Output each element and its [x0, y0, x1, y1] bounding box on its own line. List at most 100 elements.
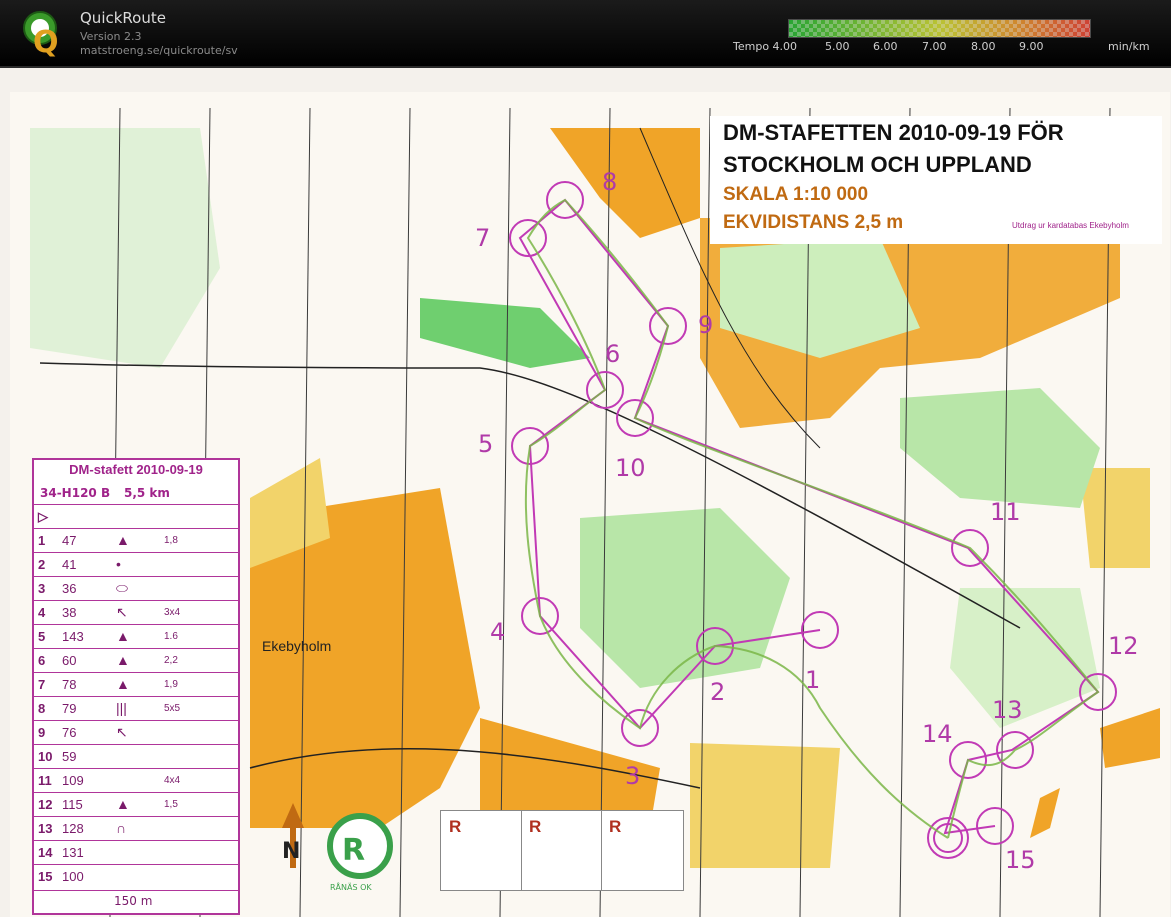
cd-row: 14 131 — [34, 840, 238, 865]
tempo-unit: min/km — [1108, 40, 1150, 53]
control-number: 1 — [805, 666, 820, 694]
cd-control-size: 2,2 — [164, 655, 178, 666]
cd-control-code: 59 — [62, 749, 77, 764]
map-source: Utdrag ur kardatabas Ekebyholm — [1012, 221, 1129, 230]
cd-control-number: 10 — [38, 749, 53, 764]
cd-control-number: 2 — [38, 557, 46, 572]
cd-feature-icon: • — [116, 556, 121, 572]
cd-row: 4 38 ↖ 3x4 — [34, 600, 238, 625]
tempo-tick: 8.00 — [971, 40, 996, 53]
app-name: QuickRoute — [80, 9, 166, 27]
svg-text:R: R — [342, 833, 365, 868]
cd-control-size: 1,9 — [164, 679, 178, 690]
cd-feature-icon: ▲ — [116, 676, 130, 692]
club-name: RÅNÄS OK — [330, 881, 372, 892]
control-number: 15 — [1005, 846, 1036, 874]
cd-row: 12 115 ▲ 1,5 — [34, 792, 238, 817]
cd-row: 15 100 — [34, 864, 238, 889]
cd-row: 10 59 — [34, 744, 238, 769]
cd-control-number: 11 — [38, 773, 52, 788]
cd-row: 9 76 ↖ — [34, 720, 238, 745]
control-number: 3 — [625, 762, 640, 790]
control-number: 14 — [922, 720, 953, 748]
cd-row: 11 109 4x4 — [34, 768, 238, 793]
cd-control-code: 76 — [62, 725, 77, 740]
cd-control-code: 78 — [62, 677, 77, 692]
map-scale: SKALA 1:10 000 — [723, 184, 869, 205]
cd-finish-distance: 150 m — [114, 894, 153, 908]
cd-control-code: 109 — [62, 773, 84, 788]
cd-feature-icon: ▲ — [116, 796, 130, 812]
cd-control-code: 60 — [62, 653, 77, 668]
cd-control-code: 131 — [62, 845, 84, 860]
cd-feature-icon: ⬭ — [116, 580, 128, 596]
cd-control-number: 7 — [38, 677, 46, 692]
cd-title: DM-stafett 2010-09-19 — [69, 462, 203, 477]
app-version: Version 2.3 — [80, 30, 142, 43]
map-contour-interval: EKVIDISTANS 2,5 m — [723, 212, 904, 233]
cd-control-size: 4x4 — [164, 775, 181, 786]
relay-letter: R — [529, 817, 542, 836]
cd-control-number: 13 — [38, 821, 53, 836]
tempo-tick: 5.00 — [825, 40, 850, 53]
svg-text:N: N — [282, 839, 300, 864]
cd-feature-icon: ↖ — [116, 724, 128, 740]
cd-control-code: 36 — [62, 581, 77, 596]
svg-text:Q: Q — [33, 25, 59, 58]
tempo-label: Tempo 4.00 — [733, 40, 798, 53]
cd-control-number: 8 — [38, 701, 46, 716]
cd-row: 7 78 ▲ 1,9 — [34, 672, 238, 697]
tempo-tick: 7.00 — [922, 40, 947, 53]
cd-course: 34-H120 B — [40, 486, 111, 500]
place-name: Ekebyholm — [262, 638, 332, 654]
control-number: 11 — [990, 498, 1021, 526]
tempo-tick: 9.00 — [1019, 40, 1044, 53]
cd-control-number: 14 — [38, 845, 53, 860]
cd-start-row: ▷ — [34, 504, 238, 529]
cd-control-code: 41 — [62, 557, 77, 572]
cd-row: 1 47 ▲ 1,8 — [34, 528, 238, 553]
cd-control-code: 100 — [62, 869, 84, 884]
cd-control-number: 1 — [38, 533, 46, 548]
cd-control-number: 4 — [38, 605, 46, 620]
cd-control-number: 5 — [38, 629, 46, 644]
cd-control-code: 38 — [62, 605, 77, 620]
cd-control-number: 15 — [38, 869, 53, 884]
control-number: 2 — [710, 678, 725, 706]
cd-row: 8 79 ||| 5x5 — [34, 696, 238, 721]
cd-row: 3 36 ⬭ — [34, 576, 238, 601]
start-triangle-icon: ▷ — [38, 509, 48, 524]
cd-row: 6 60 ▲ 2,2 — [34, 648, 238, 673]
cd-control-code: 128 — [62, 821, 84, 836]
cd-control-size: 1.6 — [164, 631, 178, 642]
orienteering-map[interactable]: 1 2 3 4 5 6 7 8 9 10 11 12 13 14 15 N R … — [0, 68, 1171, 917]
relay-letter: R — [449, 817, 462, 836]
control-number: 6 — [605, 340, 620, 368]
cd-control-number: 6 — [38, 653, 46, 668]
cd-finish-row: 150 m — [34, 890, 238, 913]
cd-length: 5,5 km — [124, 486, 170, 500]
relay-box: R R R — [440, 810, 684, 891]
cd-control-code: 143 — [62, 629, 84, 644]
cd-control-number: 3 — [38, 581, 46, 596]
cd-feature-icon: ↖ — [116, 604, 128, 620]
map-title-line1: DM-STAFETTEN 2010-09-19 FÖR — [723, 120, 1064, 145]
cd-control-code: 115 — [62, 797, 83, 812]
cd-feature-icon: ▲ — [116, 532, 130, 548]
cd-control-size: 3x4 — [164, 607, 181, 618]
control-number: 12 — [1108, 632, 1139, 660]
relay-cell: R — [521, 811, 602, 890]
control-description-sheet: DM-stafett 2010-09-19 34-H120 B 5,5 km ▷… — [32, 458, 240, 915]
control-number: 9 — [698, 311, 713, 339]
app-header: Q QuickRoute Version 2.3 matstroeng.se/q… — [0, 0, 1171, 68]
control-number: 7 — [475, 224, 490, 252]
quickroute-logo-icon: Q — [23, 11, 59, 58]
cd-feature-icon: ||| — [116, 700, 127, 716]
tempo-color-scale — [788, 19, 1091, 38]
tempo-tick: 6.00 — [873, 40, 898, 53]
control-number: 10 — [615, 454, 646, 482]
cd-control-code: 79 — [62, 701, 77, 716]
control-number: 4 — [490, 618, 505, 646]
cd-control-number: 12 — [38, 797, 53, 812]
relay-letter: R — [609, 817, 622, 836]
